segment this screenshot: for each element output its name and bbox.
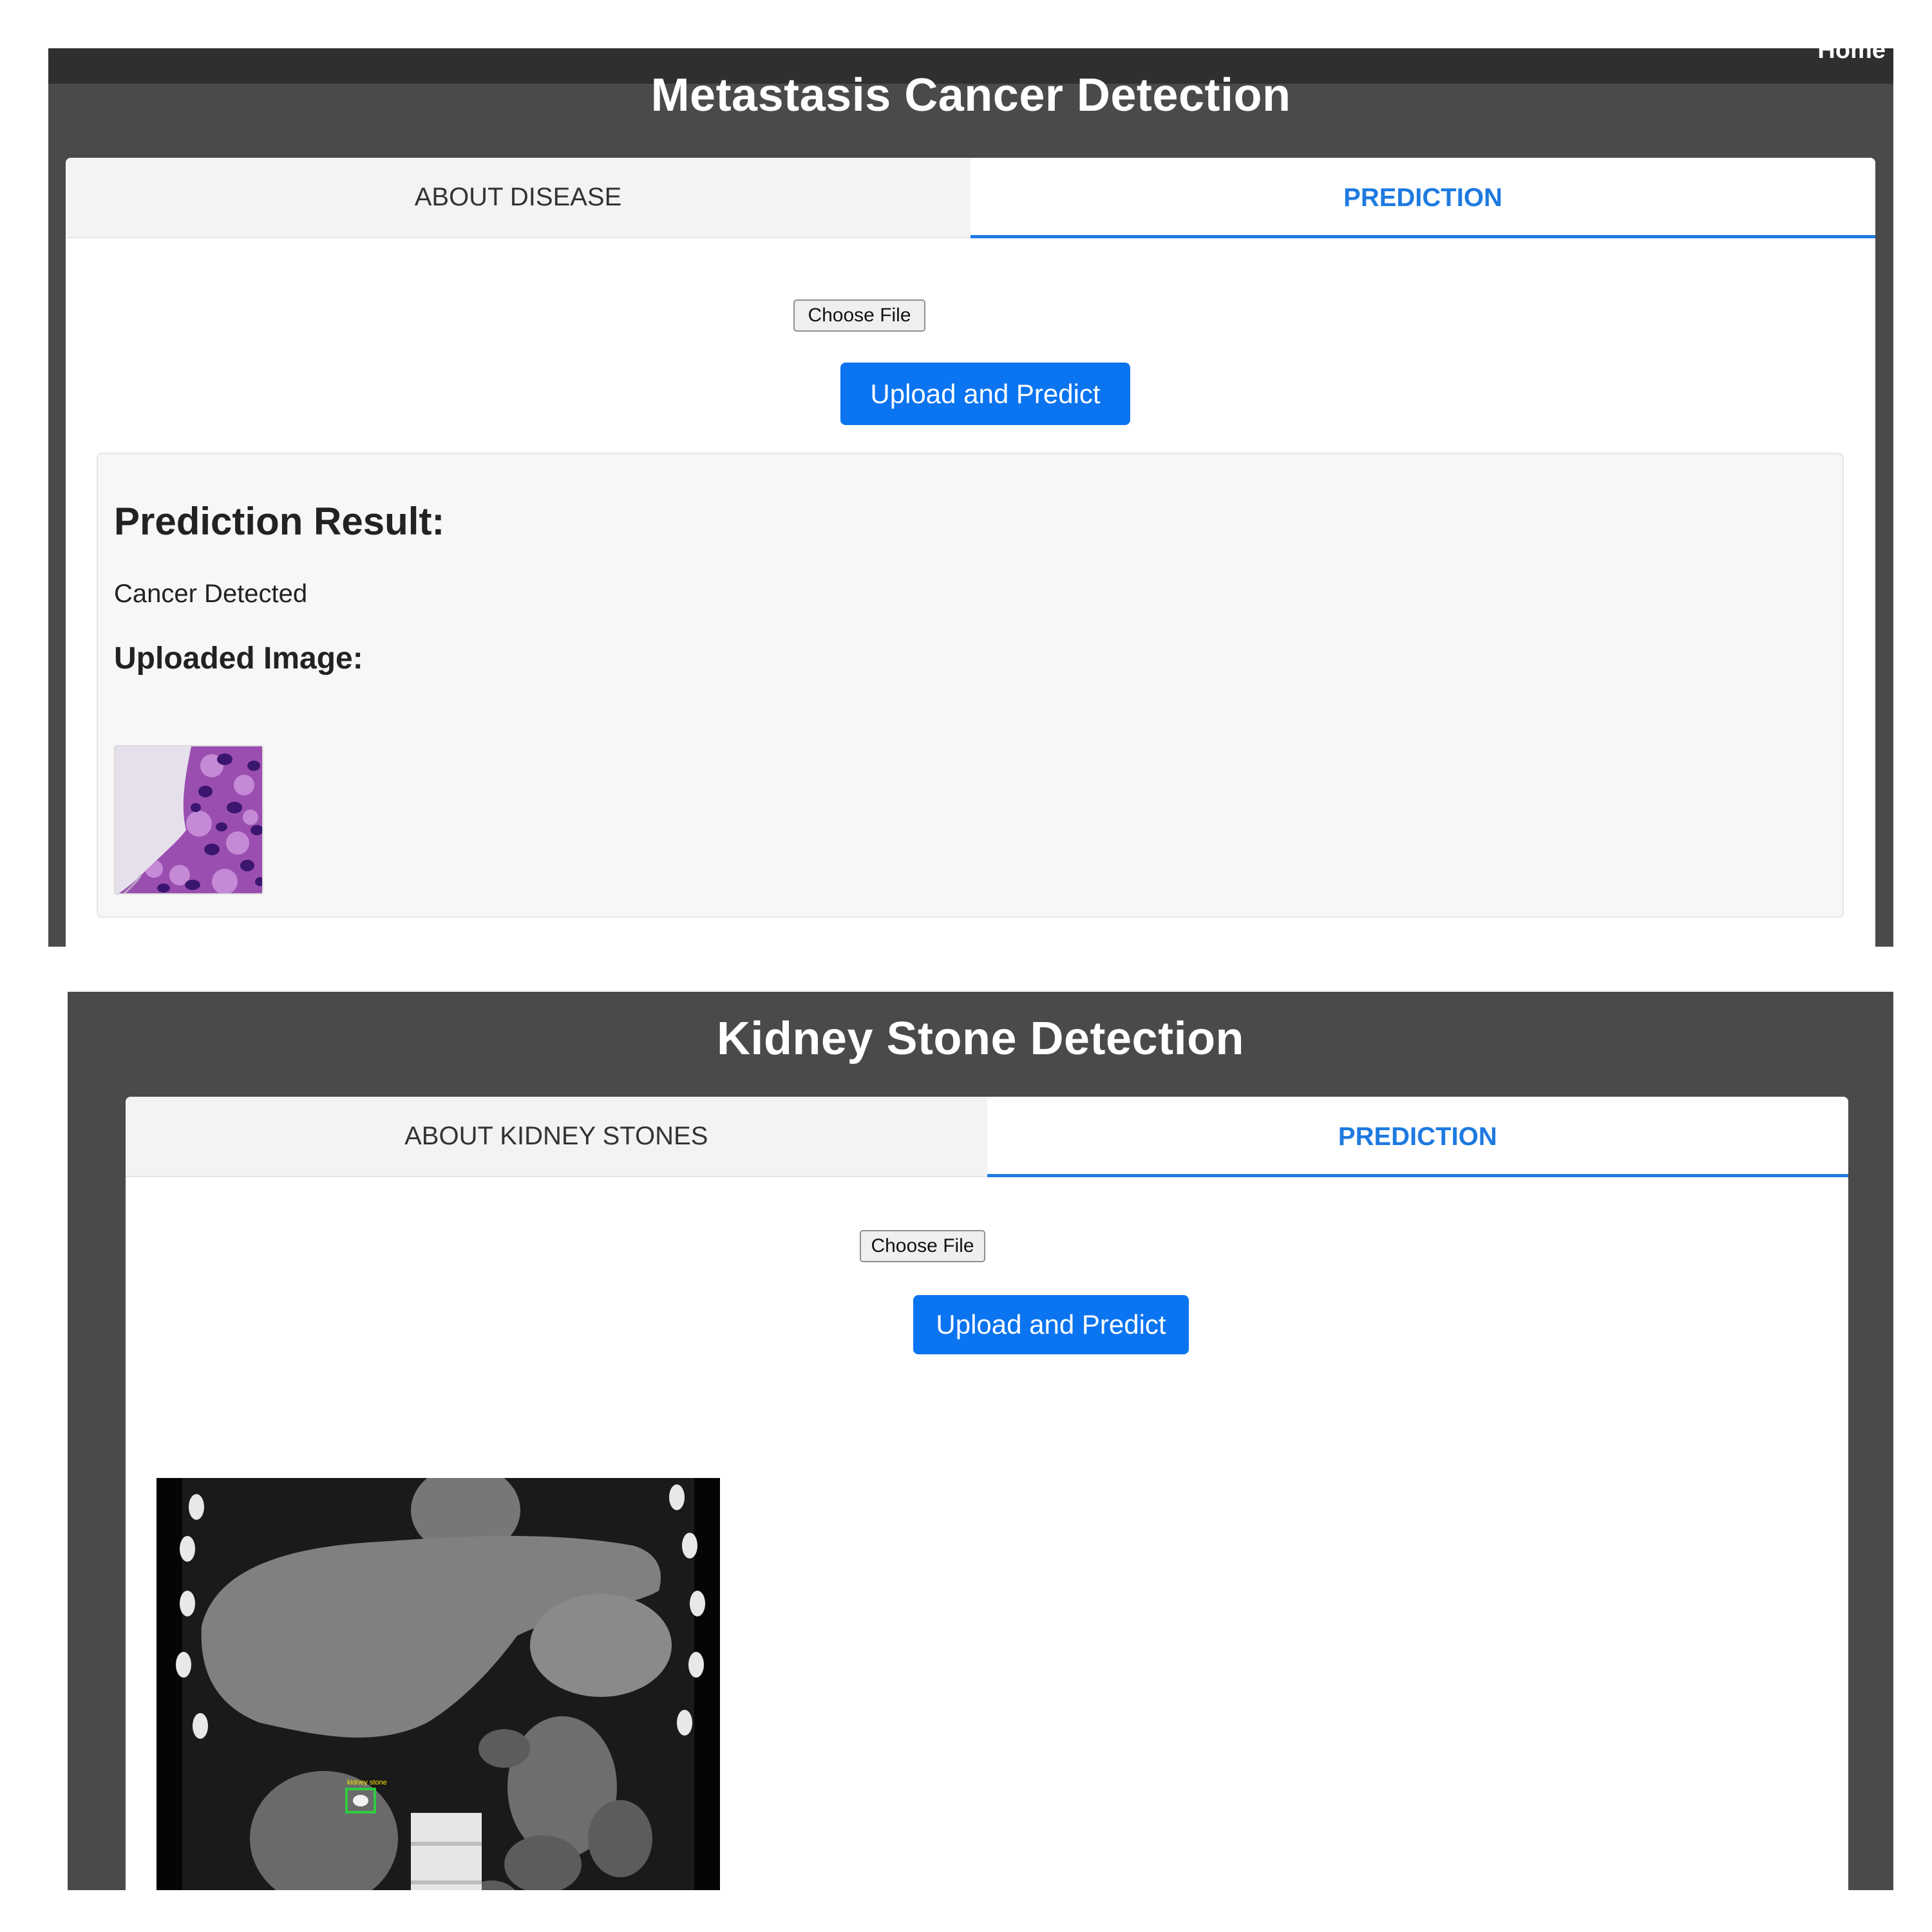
- tab-bar: ABOUT DISEASE PREDICTION: [66, 158, 1875, 238]
- prediction-result-panel: Prediction Result: Cancer Detected Uploa…: [97, 453, 1844, 918]
- tab-bar: ABOUT KIDNEY STONES PREDICTION: [126, 1097, 1848, 1177]
- histology-image: [114, 745, 263, 895]
- kidney-stone-screenshot: Kidney Stone Detection ABOUT KIDNEY STON…: [68, 992, 1893, 1890]
- ct-scan-image: kidney stone: [156, 1478, 720, 1890]
- result-heading: Prediction Result:: [114, 500, 445, 543]
- page-title: Kidney Stone Detection: [716, 1013, 1245, 1065]
- tab-about-disease[interactable]: ABOUT DISEASE: [66, 158, 971, 238]
- choose-file-button[interactable]: Choose File: [793, 299, 925, 332]
- tab-prediction[interactable]: PREDICTION: [987, 1097, 1848, 1177]
- tab-card: ABOUT DISEASE PREDICTION Choose File Upl…: [66, 158, 1875, 947]
- choose-file-button[interactable]: Choose File: [860, 1230, 985, 1262]
- tab-card: ABOUT KIDNEY STONES PREDICTION Choose Fi…: [126, 1097, 1848, 1890]
- page-title: Metastasis Cancer Detection: [650, 70, 1291, 121]
- upload-and-predict-button[interactable]: Upload and Predict: [913, 1295, 1189, 1354]
- result-text: Cancer Detected: [114, 580, 308, 608]
- tab-prediction[interactable]: PREDICTION: [971, 158, 1875, 238]
- detection-label: kidney stone: [347, 1779, 387, 1786]
- upload-and-predict-button[interactable]: Upload and Predict: [840, 363, 1130, 425]
- home-link[interactable]: Home: [1817, 48, 1886, 64]
- uploaded-image-heading: Uploaded Image:: [114, 641, 363, 676]
- metastasis-screenshot: Home Metastasis Cancer Detection ABOUT D…: [48, 48, 1893, 947]
- tab-about-kidney-stones[interactable]: ABOUT KIDNEY STONES: [126, 1097, 987, 1177]
